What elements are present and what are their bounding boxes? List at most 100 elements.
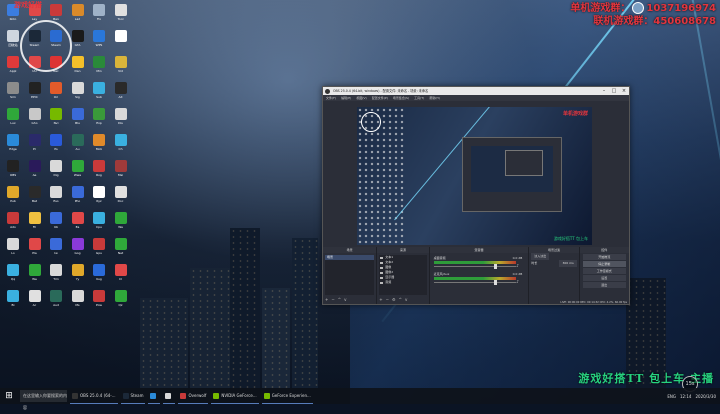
- gear-icon[interactable]: ⚙: [392, 297, 396, 303]
- desktop-icon[interactable]: Wa: [110, 210, 132, 232]
- desktop-icon[interactable]: Tool: [110, 2, 132, 24]
- remove-scene-icon[interactable]: −: [331, 297, 334, 303]
- obs-menu-item[interactable]: 工具(T): [414, 95, 424, 101]
- down-icon[interactable]: v: [344, 297, 346, 303]
- tray-item[interactable]: ENG: [667, 394, 676, 399]
- group-line-2: 联机游戏群：450608678: [593, 16, 716, 27]
- control-button[interactable]: 退出: [582, 282, 626, 288]
- scenes-dock: 场景 场景 + − ^ v: [323, 247, 378, 304]
- mixer-dock: 混音器 桌面音频 0.0 dB ♪ 麦克风/Aux 0.0 dB ♪: [429, 247, 530, 304]
- taskbar-search-input[interactable]: 在这里输入你要搜索的内容: [20, 390, 67, 410]
- speaker-icon[interactable]: ♪: [516, 264, 520, 268]
- control-button[interactable]: 停止录制: [582, 261, 626, 267]
- cursor-highlight-ring: [20, 20, 72, 72]
- down-icon[interactable]: v: [405, 297, 407, 303]
- taskbar-app[interactable]: Overwolf: [178, 389, 209, 404]
- desktop-icon[interactable]: [110, 28, 132, 50]
- desktop-icon-label: Tool: [117, 17, 124, 21]
- building: [230, 228, 260, 388]
- scene-list[interactable]: 场景: [325, 255, 375, 295]
- audio-level-meter: [433, 261, 516, 264]
- add-scene-icon[interactable]: +: [325, 297, 328, 303]
- volume-slider-handle[interactable]: [493, 280, 497, 285]
- desktop-icon-label: Doc: [117, 199, 124, 203]
- system-tray: ENG 12:14 2020/3/30: [663, 394, 720, 399]
- obs-menu-item[interactable]: 编辑(E): [341, 95, 351, 101]
- obs-menu-item[interactable]: 视图(V): [356, 95, 366, 101]
- source-list[interactable]: 文本1 文本2 图像 图像2 显示器 音频: [379, 255, 427, 295]
- taskbar-app[interactable]: Steam: [120, 389, 146, 404]
- desktop-icon-label: Qz: [118, 303, 123, 307]
- desktop-icon[interactable]: Qz: [110, 288, 132, 310]
- app-icon: [114, 82, 127, 94]
- mixer-channel: 桌面音频 0.0 dB ♪: [433, 256, 525, 270]
- transition-select[interactable]: 淡入淡出: [531, 253, 550, 260]
- app-icon: [7, 108, 19, 120]
- desktop-icon[interactable]: Doc: [110, 184, 132, 206]
- audio-level-meter: [433, 277, 516, 280]
- taskbar-app[interactable]: NVIDIA GeForce...: [211, 389, 259, 404]
- desktop-icon[interactable]: Vid: [110, 54, 132, 76]
- obs-title-bar[interactable]: OBS 25.0.4 (64-bit, windows) - 配置文件: 未命名…: [323, 87, 629, 95]
- app-icon: [114, 290, 127, 302]
- source-item[interactable]: 音频: [379, 280, 426, 285]
- mixer-channel-name: 桌面音频: [433, 256, 446, 260]
- app-icon: [114, 56, 127, 68]
- up-icon[interactable]: ^: [338, 297, 341, 303]
- desktop-icon[interactable]: Dis: [110, 106, 132, 128]
- obs-window[interactable]: OBS 25.0.4 (64-bit, windows) - 配置文件: 未命名…: [322, 86, 630, 305]
- taskbar-app[interactable]: GeForce Experien...: [261, 389, 313, 404]
- control-button[interactable]: 设置: [582, 275, 626, 281]
- preview-red-text: 单机游戏群: [562, 111, 588, 117]
- start-button[interactable]: ⊞: [0, 388, 18, 404]
- app-icon: [50, 160, 62, 172]
- up-icon[interactable]: ^: [399, 297, 402, 303]
- taskbar-app[interactable]: [148, 389, 161, 404]
- desktop-icon[interactable]: AX: [110, 80, 132, 102]
- taskbar-app-label: GeForce Experien...: [271, 393, 311, 398]
- add-source-icon[interactable]: +: [379, 297, 382, 303]
- avatar-icon: [632, 2, 645, 14]
- volume-slider-handle[interactable]: [493, 264, 497, 269]
- building: [292, 238, 318, 388]
- app-icon: [71, 30, 84, 42]
- app-icon: [114, 134, 127, 146]
- remove-source-icon[interactable]: −: [386, 297, 389, 303]
- volume-slider[interactable]: [433, 282, 516, 283]
- control-button[interactable]: 开始推流: [582, 254, 626, 260]
- obs-preview-canvas[interactable]: 单机游戏群 游戏好搭TT 包上车: [357, 107, 592, 245]
- app-icon: [7, 186, 19, 198]
- taskbar-app-label: Overwolf: [188, 393, 207, 398]
- app-icon: [114, 160, 127, 172]
- app-icon: [72, 392, 78, 399]
- preview-nested-obs: [462, 137, 562, 212]
- app-icon: [71, 160, 84, 172]
- control-button[interactable]: 工作室模式: [582, 268, 626, 274]
- tray-item[interactable]: 2020/3/30: [695, 394, 716, 399]
- app-icon: [114, 30, 127, 42]
- maximize-icon[interactable]: □: [609, 87, 619, 95]
- controls-title: 控件: [579, 247, 629, 253]
- desktop-icon[interactable]: Cl: [110, 262, 132, 284]
- obs-menu-item[interactable]: 文件(F): [326, 95, 336, 101]
- app-icon: [7, 212, 19, 224]
- app-icon: [71, 134, 84, 146]
- app-icon: [114, 108, 127, 120]
- minimize-icon[interactable]: –: [599, 87, 609, 95]
- close-icon[interactable]: ×: [619, 87, 629, 95]
- taskbar-app[interactable]: OBS 25.0.4 (64-...: [70, 389, 118, 404]
- obs-docks: 场景 场景 + − ^ v 来源 文本1 文本2 图像 图像2 显示器 音频 + − ⚙ …: [323, 247, 629, 304]
- obs-menu-item[interactable]: 配置文件(P): [372, 95, 388, 101]
- obs-menu-item[interactable]: 帮助(H): [429, 95, 440, 101]
- app-icon: [93, 160, 105, 172]
- scene-item[interactable]: 场景: [325, 255, 375, 260]
- desktop-icon[interactable]: Net: [110, 236, 132, 258]
- taskbar-app[interactable]: [163, 389, 176, 404]
- volume-slider[interactable]: [433, 266, 516, 267]
- speaker-icon[interactable]: ♪: [516, 280, 520, 284]
- duration-input[interactable]: 300 ms: [559, 260, 577, 267]
- desktop-icon[interactable]: Msi: [110, 158, 132, 180]
- obs-menu-item[interactable]: 场景集合(S): [393, 95, 409, 101]
- desktop-icon[interactable]: Ch: [110, 132, 132, 154]
- tray-item[interactable]: 12:14: [680, 394, 692, 399]
